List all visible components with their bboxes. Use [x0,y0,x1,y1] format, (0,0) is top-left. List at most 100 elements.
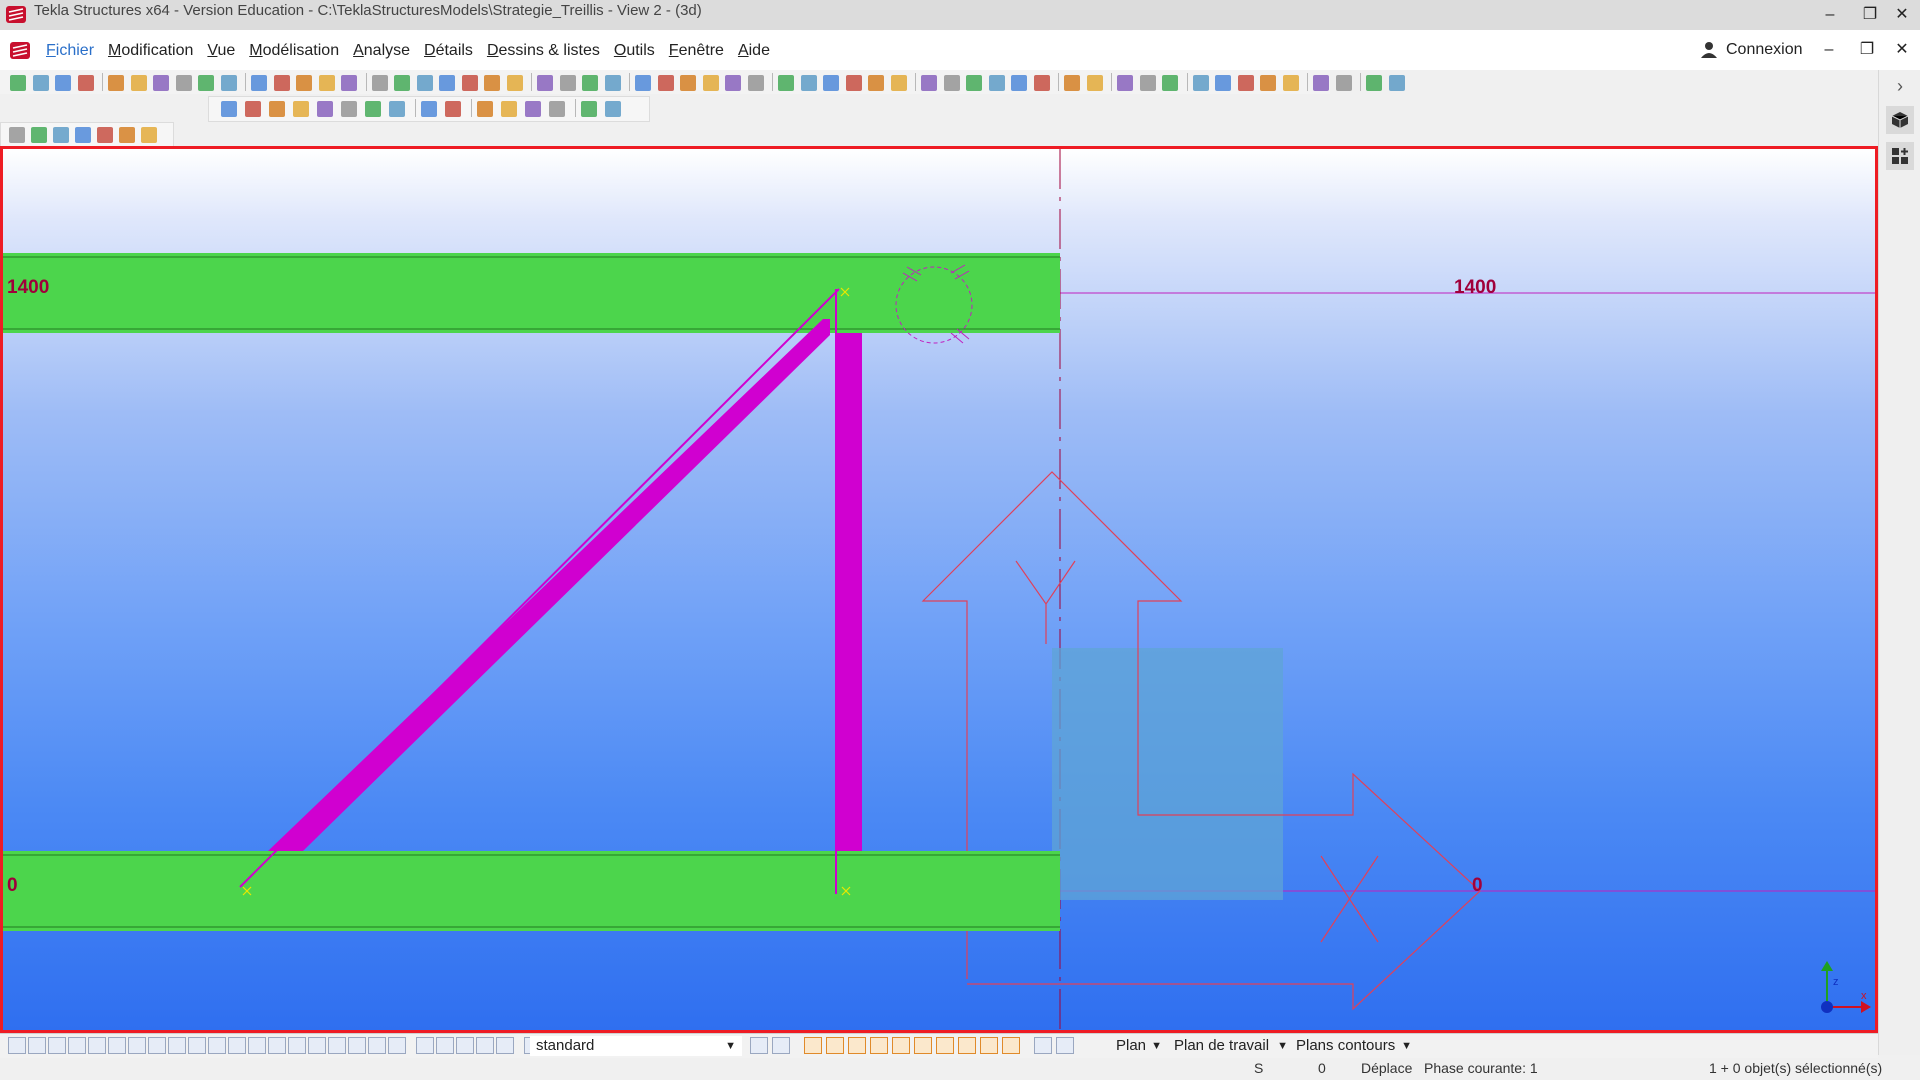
select-switch-icon[interactable] [128,1037,146,1054]
toolbar-tool-icon[interactable] [53,127,69,143]
toolbar-tool-icon[interactable] [537,75,553,91]
menu-fichier[interactable]: Fichier [40,30,100,70]
menu-modification[interactable]: Modification [102,30,199,70]
select-switch-icon[interactable] [348,1037,366,1054]
menu-details[interactable]: Détails [418,30,479,70]
toolbar-tool-icon[interactable] [119,127,135,143]
toolbar-tool-icon[interactable] [477,101,493,117]
select-switch-icon[interactable] [456,1037,474,1054]
toolbar-tool-icon[interactable] [341,75,357,91]
menu-outils[interactable]: Outils [608,30,661,70]
toolbar-tool-icon[interactable] [823,75,839,91]
toolbar-tool-icon[interactable] [1162,75,1178,91]
toolbar-tool-icon[interactable] [581,101,597,117]
toolbar-tool-icon[interactable] [75,127,91,143]
toolbar-tool-icon[interactable] [296,75,312,91]
select-switch-icon[interactable] [288,1037,306,1054]
select-switch-icon[interactable] [48,1037,66,1054]
menu-fenetre[interactable]: Fenêtre [663,30,730,70]
menu-dessins-listes[interactable]: Dessins & listes [481,30,606,70]
property-cube-icon[interactable] [1886,106,1914,134]
select-switch-icon[interactable] [368,1037,386,1054]
select-switch-icon[interactable] [68,1037,86,1054]
toolbar-tool-icon[interactable] [245,101,261,117]
toolbar-tool-icon[interactable] [582,75,598,91]
toolbar-tool-icon[interactable] [702,75,719,91]
select-switch-icon[interactable] [496,1037,514,1054]
toolbar-tool-icon[interactable] [77,75,94,91]
menu-aide[interactable]: Aide [732,30,776,70]
toolbar-tool-icon[interactable] [1388,75,1405,91]
plan-de-travail-dropdown[interactable]: Plan de travail ▼ [1170,1036,1292,1056]
toolbar-tool-icon[interactable] [1139,75,1156,91]
toolbar-tool-icon[interactable] [549,101,565,117]
select-switch-icon[interactable] [8,1037,26,1054]
snap-switch-icon[interactable] [750,1037,768,1054]
toolbar-tool-icon[interactable] [506,75,523,91]
snap-switch-icon[interactable] [804,1037,822,1054]
toolbar-tool-icon[interactable] [800,75,817,91]
snap-switch-icon[interactable] [870,1037,888,1054]
doc-restore-button[interactable]: ❐ [1850,30,1884,70]
toolbar-tool-icon[interactable] [1192,75,1209,91]
menu-modelisation[interactable]: Modélisation [243,30,345,70]
toolbar-tool-icon[interactable] [657,75,674,91]
close-button[interactable]: ✕ [1882,0,1920,30]
toolbar-tool-icon[interactable] [461,75,478,91]
toolbar-tool-icon[interactable] [845,75,862,91]
toolbar-tool-icon[interactable] [1215,75,1231,91]
expand-panel-icon[interactable]: › [1886,72,1914,100]
toolbar-tool-icon[interactable] [273,75,290,91]
toolbar-tool-icon[interactable] [269,101,285,117]
toolbar-tool-icon[interactable] [868,75,884,91]
toolbar-tool-icon[interactable] [1011,75,1027,91]
toolbar-tool-icon[interactable] [130,75,147,91]
doc-close-button[interactable]: ✕ [1885,30,1919,70]
toolbar-tool-icon[interactable] [341,101,357,117]
snap-switch-icon[interactable] [848,1037,866,1054]
vertical-member[interactable] [835,333,862,851]
toolbar-tool-icon[interactable] [484,75,500,91]
toolbar-tool-icon[interactable] [747,75,764,91]
toolbar-tool-icon[interactable] [371,75,388,91]
toolbar-tool-icon[interactable] [921,75,937,91]
toolbar-tool-icon[interactable] [389,101,405,117]
toolbar-tool-icon[interactable] [318,75,335,91]
select-switch-icon[interactable] [248,1037,266,1054]
toolbar-tool-icon[interactable] [1064,75,1080,91]
toolbar-tool-icon[interactable] [1117,75,1133,91]
snap-switch-icon[interactable] [1002,1037,1020,1054]
select-switch-icon[interactable] [308,1037,326,1054]
snap-switch-icon[interactable] [914,1037,932,1054]
snap-switch-icon[interactable] [1056,1037,1074,1054]
toolbar-tool-icon[interactable] [220,75,237,91]
toolbar-tool-icon[interactable] [221,101,237,117]
toolbar-tool-icon[interactable] [635,75,651,91]
top-chord-beam[interactable] [3,253,1060,333]
doc-minimize-button[interactable]: – [1812,30,1846,70]
select-switch-icon[interactable] [268,1037,286,1054]
snap-switch-icon[interactable] [892,1037,910,1054]
toolbar-tool-icon[interactable] [416,75,433,91]
toolbar-tool-icon[interactable] [153,75,169,91]
select-switch-icon[interactable] [388,1037,406,1054]
select-switch-icon[interactable] [476,1037,494,1054]
select-switch-icon[interactable] [28,1037,46,1054]
select-switch-icon[interactable] [228,1037,246,1054]
toolbar-tool-icon[interactable] [141,127,157,143]
snap-switch-icon[interactable] [958,1037,976,1054]
toolbar-tool-icon[interactable] [1237,75,1254,91]
select-switch-icon[interactable] [416,1037,434,1054]
selection-filter-select[interactable]: standard ▼ [530,1036,742,1056]
select-switch-icon[interactable] [436,1037,454,1054]
toolbar-tool-icon[interactable] [525,101,541,117]
plans-contours-dropdown[interactable]: Plans contours ▼ [1292,1036,1416,1056]
toolbar-tool-icon[interactable] [32,75,49,91]
snap-switch-icon[interactable] [980,1037,998,1054]
snap-switch-icon[interactable] [772,1037,790,1054]
toolbar-tool-icon[interactable] [890,75,907,91]
menu-analyse[interactable]: Analyse [347,30,416,70]
toolbar-tool-icon[interactable] [966,75,982,91]
select-switch-icon[interactable] [88,1037,106,1054]
toolbar-tool-icon[interactable] [10,75,26,91]
